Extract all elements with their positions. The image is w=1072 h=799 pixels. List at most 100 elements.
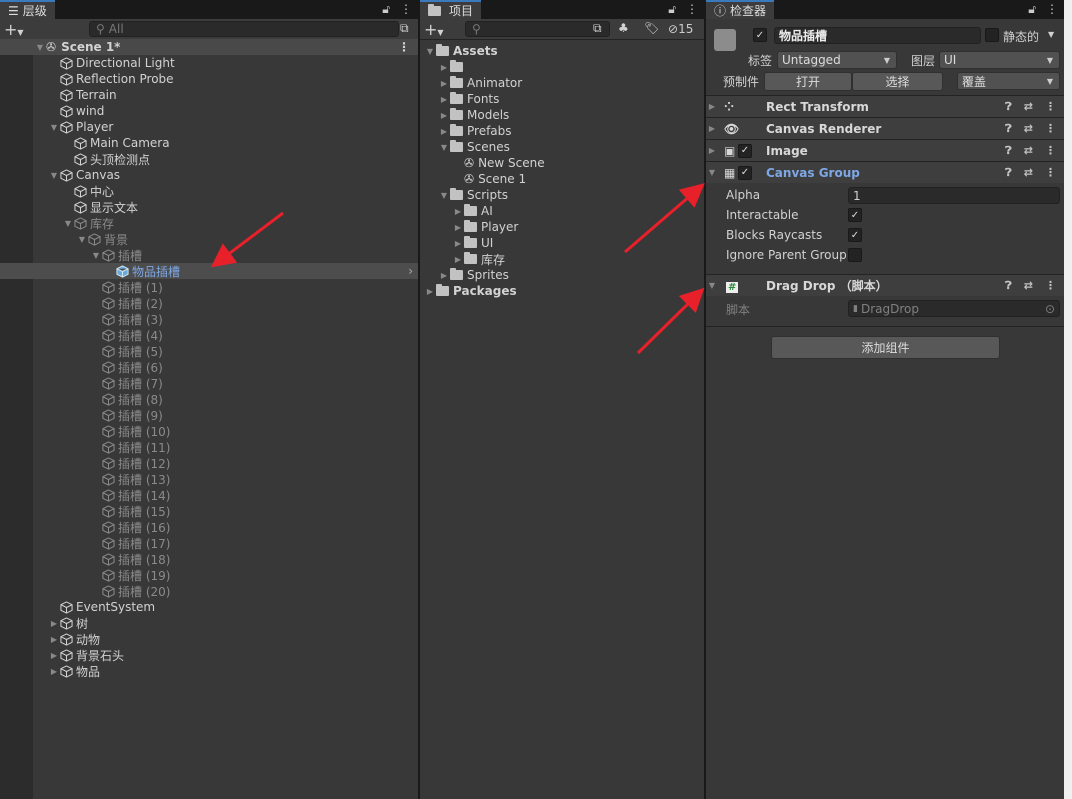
project-item[interactable]: ▶ Player	[420, 219, 704, 235]
menu-icon[interactable]: ⋮	[400, 2, 412, 17]
static-checkbox[interactable]	[985, 28, 999, 42]
hierarchy-item[interactable]: 插槽 (5)	[0, 343, 418, 359]
expand-arrow-icon[interactable]: ▼	[76, 235, 88, 244]
project-item[interactable]: ▶	[420, 59, 704, 75]
ignore-parent-group-checkbox[interactable]	[848, 248, 862, 262]
help-icon[interactable]: ❓︎	[1005, 144, 1012, 158]
hierarchy-item[interactable]: wind	[0, 103, 418, 119]
active-checkbox[interactable]: ✓	[753, 28, 767, 42]
expand-arrow-icon[interactable]: ▶	[48, 619, 60, 628]
object-picker-icon[interactable]: ⊙	[1045, 302, 1055, 316]
expand-arrow-icon[interactable]: ▼	[34, 43, 46, 52]
hierarchy-item[interactable]: 插槽 (1)	[0, 279, 418, 295]
static-dropdown-icon[interactable]: ▼	[1048, 30, 1054, 39]
tab-hierarchy[interactable]: ☰ 层级	[0, 0, 55, 19]
project-item[interactable]: ▶ Packages	[420, 283, 704, 299]
hierarchy-item[interactable]: 插槽 (8)	[0, 391, 418, 407]
expand-arrow-icon[interactable]: ▶	[48, 667, 60, 676]
search-popout-icon[interactable]: ⧉	[593, 21, 602, 36]
expand-arrow-icon[interactable]: ▶	[452, 255, 464, 264]
project-search-input[interactable]: ⚲	[465, 21, 610, 37]
hierarchy-item[interactable]: 插槽 (10)	[0, 423, 418, 439]
component-menu-icon[interactable]: ⋮	[1045, 100, 1056, 114]
menu-icon[interactable]: ⋮	[1046, 2, 1058, 17]
hierarchy-item[interactable]: 插槽 (7)	[0, 375, 418, 391]
hierarchy-item[interactable]: Terrain	[0, 87, 418, 103]
expand-arrow-icon[interactable]: ▶	[452, 223, 464, 232]
hierarchy-item[interactable]: 头顶检测点	[0, 151, 418, 167]
project-item[interactable]: ▶ AI	[420, 203, 704, 219]
hierarchy-item[interactable]: ▼ 插槽	[0, 247, 418, 263]
prefab-overrides-dropdown[interactable]: 覆盖	[957, 72, 1060, 90]
expand-arrow-icon[interactable]: ▶	[438, 95, 450, 104]
project-item[interactable]: ▶ Sprites	[420, 267, 704, 283]
expand-arrow-icon[interactable]: ▼	[48, 123, 60, 132]
expand-arrow-icon[interactable]: ▼	[48, 171, 60, 180]
component-menu-icon[interactable]: ⋮	[1045, 279, 1056, 293]
tag-dropdown[interactable]: Untagged	[777, 51, 897, 69]
hierarchy-item[interactable]: 插槽 (11)	[0, 439, 418, 455]
expand-arrow-icon[interactable]: ▶	[452, 207, 464, 216]
image-enabled-checkbox[interactable]: ✓	[738, 143, 752, 158]
canvas-group-enabled-checkbox[interactable]: ✓	[738, 165, 752, 180]
hierarchy-item[interactable]: 插槽 (14)	[0, 487, 418, 503]
gameobject-cube-icon[interactable]	[714, 29, 736, 51]
tab-inspector[interactable]: ⓘ 检查器	[706, 0, 775, 19]
project-item[interactable]: ▶ UI	[420, 235, 704, 251]
project-item[interactable]: ▼ Scripts	[420, 187, 704, 203]
expand-arrow-icon[interactable]: ▶	[438, 79, 450, 88]
component-menu-icon[interactable]: ⋮	[1045, 144, 1056, 158]
expand-arrow-icon[interactable]: ▼	[90, 251, 102, 260]
component-canvas-renderer[interactable]: ▶ 👁︎ Canvas Renderer ❓︎ ⇄ ⋮	[706, 117, 1064, 139]
alpha-input[interactable]: 1	[848, 187, 1060, 204]
hierarchy-item[interactable]: EventSystem	[0, 599, 418, 615]
lock-icon[interactable]: 🔓︎	[1028, 2, 1036, 17]
hierarchy-item[interactable]: ▶ 动物	[0, 631, 418, 647]
hierarchy-search-input[interactable]: ⚲ All	[89, 21, 399, 37]
hierarchy-item[interactable]: 插槽 (15)	[0, 503, 418, 519]
interactable-checkbox[interactable]: ✓	[848, 208, 862, 222]
component-drag-drop-script[interactable]: ▼ # Drag Drop （脚本） ❓︎ ⇄ ⋮	[706, 274, 1064, 296]
help-icon[interactable]: ❓︎	[1005, 279, 1012, 293]
presets-icon[interactable]: ⇄	[1024, 144, 1033, 158]
expand-arrow-icon[interactable]: ▼	[706, 168, 718, 177]
project-item[interactable]: ✇ New Scene	[420, 155, 704, 171]
expand-arrow-icon[interactable]: ▶	[706, 146, 718, 155]
hierarchy-item[interactable]: Main Camera	[0, 135, 418, 151]
hierarchy-item[interactable]: ▼ Canvas	[0, 167, 418, 183]
hierarchy-item[interactable]: 插槽 (6)	[0, 359, 418, 375]
hierarchy-item[interactable]: ▶ 背景石头	[0, 647, 418, 663]
add-component-button[interactable]: 添加组件	[771, 336, 1000, 359]
hierarchy-item[interactable]: 显示文本	[0, 199, 418, 215]
hierarchy-item[interactable]: 插槽 (16)	[0, 519, 418, 535]
filter-label-icon[interactable]: 🏷︎	[644, 21, 659, 35]
scene-row[interactable]: ▼ ✇ Scene 1* ⋮	[0, 39, 418, 55]
component-canvas-group[interactable]: ▼ ▦ ✓ Canvas Group ❓︎ ⇄ ⋮	[706, 161, 1064, 183]
project-item[interactable]: ▶ Animator	[420, 75, 704, 91]
hierarchy-item[interactable]: 插槽 (9)	[0, 407, 418, 423]
lock-icon[interactable]: 🔓︎	[668, 2, 676, 17]
hierarchy-item[interactable]: 插槽 (18)	[0, 551, 418, 567]
blocks-raycasts-checkbox[interactable]: ✓	[848, 228, 862, 242]
project-item[interactable]: ▼ Assets	[420, 43, 704, 59]
expand-arrow-icon[interactable]: ▶	[706, 102, 718, 111]
hierarchy-item[interactable]: 插槽 (3)	[0, 311, 418, 327]
expand-arrow-icon[interactable]: ▶	[438, 127, 450, 136]
presets-icon[interactable]: ⇄	[1024, 122, 1033, 136]
tab-project[interactable]: 项目	[420, 0, 482, 19]
expand-arrow-icon[interactable]: ▶	[438, 63, 450, 72]
expand-arrow-icon[interactable]: ▶	[48, 635, 60, 644]
hierarchy-item[interactable]: 插槽 (2)	[0, 295, 418, 311]
expand-arrow-icon[interactable]: ▼	[438, 143, 450, 152]
hierarchy-item[interactable]: 插槽 (12)	[0, 455, 418, 471]
help-icon[interactable]: ❓︎	[1005, 122, 1012, 136]
project-item[interactable]: ▶ Fonts	[420, 91, 704, 107]
menu-icon[interactable]: ⋮	[686, 2, 698, 17]
expand-arrow-icon[interactable]: ▶	[452, 239, 464, 248]
lock-icon[interactable]: 🔓︎	[382, 2, 390, 17]
component-rect-transform[interactable]: ▶ ⁘ Rect Transform ❓︎ ⇄ ⋮	[706, 95, 1064, 117]
prefab-select-button[interactable]: 选择	[852, 72, 943, 91]
hierarchy-item[interactable]: 中心	[0, 183, 418, 199]
prefab-open-button[interactable]: 打开	[764, 72, 852, 91]
script-object-field[interactable]: ▮ DragDrop ⊙	[848, 300, 1060, 317]
